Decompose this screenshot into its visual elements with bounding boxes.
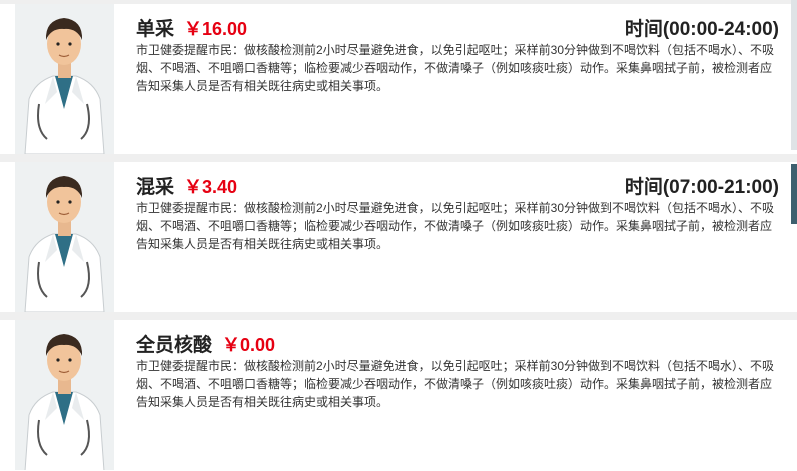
service-card-pooled[interactable]: 混采 ￥3.40 时间(07:00-21:00) 市卫健委提醒市民：做核酸检测前… <box>0 162 797 312</box>
service-notice: 市卫健委提醒市民：做核酸检测前2小时尽量避免进食，以免引起呕吐；采样前30分钟做… <box>136 43 775 93</box>
doctor-avatar-icon <box>15 162 114 312</box>
doctor-avatar-icon <box>15 4 114 154</box>
service-notice: 市卫健委提醒市民：做核酸检测前2小时尽量避免进食，以免引起呕吐；采样前30分钟做… <box>136 359 775 409</box>
service-name: 混采 <box>136 177 175 198</box>
service-price: ￥0.00 <box>222 335 276 355</box>
service-hours: 时间(07:00-21:00) <box>624 177 779 198</box>
service-price: ￥16.00 <box>184 19 248 39</box>
service-hours: 时间(00:00-24:00) <box>624 19 779 40</box>
service-notice: 市卫健委提醒市民：做核酸检测前2小时尽量避免进食，以免引起呕吐；采样前30分钟做… <box>136 201 775 251</box>
scrollbar-thumb[interactable] <box>791 164 797 224</box>
service-card-mass-testing[interactable]: 全员核酸 ￥0.00 市卫健委提醒市民：做核酸检测前2小时尽量避免进食，以免引起… <box>0 320 797 471</box>
service-price: ￥3.40 <box>184 177 238 197</box>
service-name: 单采 <box>136 19 175 40</box>
service-name: 全员核酸 <box>136 335 213 356</box>
doctor-avatar-icon <box>15 320 114 470</box>
service-title: 单采 ￥16.00 <box>136 14 247 40</box>
scrollbar-track[interactable] <box>791 0 797 150</box>
service-card-single[interactable]: 单采 ￥16.00 时间(00:00-24:00) 市卫健委提醒市民：做核酸检测… <box>0 4 797 154</box>
service-title: 混采 ￥3.40 <box>136 172 237 198</box>
service-title: 全员核酸 ￥0.00 <box>136 330 275 356</box>
